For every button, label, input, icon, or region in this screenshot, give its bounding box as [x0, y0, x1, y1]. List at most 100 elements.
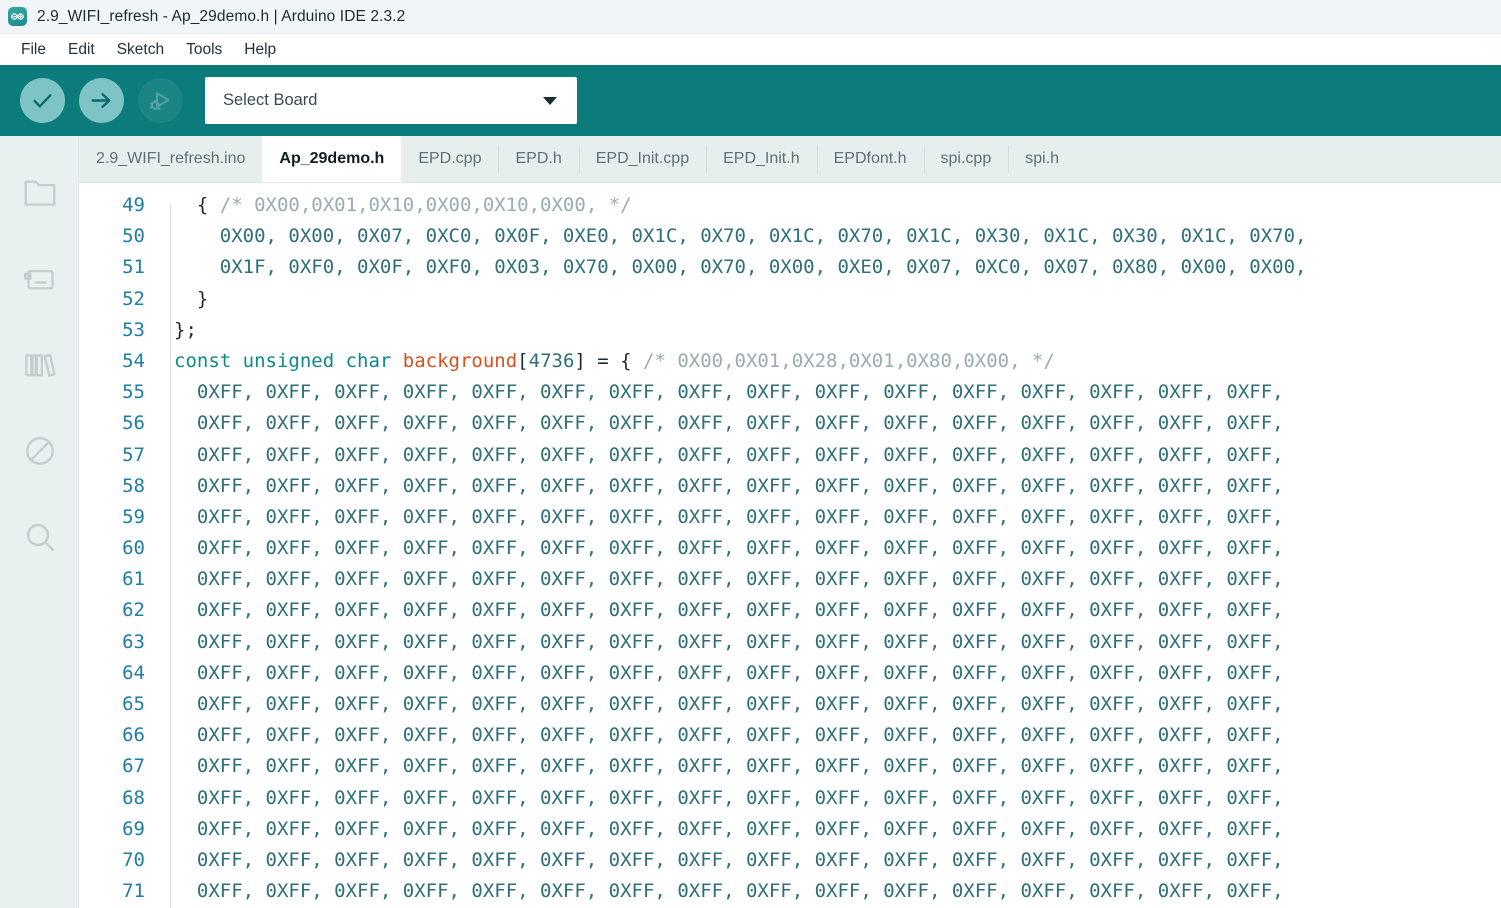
token-num: 0XFF, 0XFF, 0XFF, 0XFF, 0XFF, 0XFF, 0XFF… — [174, 818, 1284, 840]
sidebar-item-debug[interactable] — [0, 408, 79, 494]
token-num: 0XFF, 0XFF, 0XFF, 0XFF, 0XFF, 0XFF, 0XFF… — [174, 412, 1284, 434]
code-line: 0XFF, 0XFF, 0XFF, 0XFF, 0XFF, 0XFF, 0XFF… — [174, 814, 1501, 845]
token-num: 0XFF, 0XFF, 0XFF, 0XFF, 0XFF, 0XFF, 0XFF… — [174, 475, 1284, 497]
title-bar: 2.9_WIFI_refresh - Ap_29demo.h | Arduino… — [0, 0, 1501, 34]
menu-item-sketch[interactable]: Sketch — [106, 38, 175, 62]
line-number: 63 — [79, 627, 145, 658]
line-number: 67 — [79, 751, 145, 782]
code-line: 0XFF, 0XFF, 0XFF, 0XFF, 0XFF, 0XFF, 0XFF… — [174, 377, 1501, 408]
line-number: 68 — [79, 783, 145, 814]
token-plain: } — [174, 288, 208, 310]
menu-item-edit[interactable]: Edit — [57, 38, 106, 62]
tab-epd-cpp[interactable]: EPD.cpp — [401, 136, 498, 182]
code-content[interactable]: { /* 0X00,0X01,0X10,0X00,0X10,0X00, */ 0… — [160, 190, 1501, 908]
board-selector-value: Select Board — [223, 91, 543, 110]
upload-button[interactable] — [79, 78, 124, 123]
token-num: 0XFF, 0XFF, 0XFF, 0XFF, 0XFF, 0XFF, 0XFF… — [174, 880, 1284, 902]
line-number: 59 — [79, 502, 145, 533]
code-line: 0XFF, 0XFF, 0XFF, 0XFF, 0XFF, 0XFF, 0XFF… — [174, 502, 1501, 533]
token-num: 0XFF, 0XFF, 0XFF, 0XFF, 0XFF, 0XFF, 0XFF… — [174, 444, 1284, 466]
token-num: 0XFF, 0XFF, 0XFF, 0XFF, 0XFF, 0XFF, 0XFF… — [174, 693, 1284, 715]
code-line: 0XFF, 0XFF, 0XFF, 0XFF, 0XFF, 0XFF, 0XFF… — [174, 564, 1501, 595]
line-number-gutter: 4950515253545556575859606162636465666768… — [79, 190, 160, 908]
token-plain: }; — [174, 319, 197, 341]
line-number: 50 — [79, 221, 145, 252]
menu-bar: File Edit Sketch Tools Help — [0, 34, 1501, 65]
sidebar-item-boards-manager[interactable] — [0, 236, 79, 322]
arduino-infinity-icon — [8, 7, 27, 26]
line-number: 56 — [79, 408, 145, 439]
token-id: background — [403, 350, 517, 372]
code-line: 0XFF, 0XFF, 0XFF, 0XFF, 0XFF, 0XFF, 0XFF… — [174, 751, 1501, 782]
code-line: 0X00, 0X00, 0X07, 0XC0, 0X0F, 0XE0, 0X1C… — [174, 221, 1501, 252]
menu-item-help[interactable]: Help — [233, 38, 287, 62]
verify-button[interactable] — [20, 78, 65, 123]
code-line: { /* 0X00,0X01,0X10,0X00,0X10,0X00, */ — [174, 190, 1501, 221]
menu-item-tools[interactable]: Tools — [175, 38, 233, 62]
token-cmt: /* 0X00,0X01,0X28,0X01,0X80,0X00, */ — [643, 350, 1055, 372]
tab-spi-h[interactable]: spi.h — [1008, 136, 1076, 182]
token-num: 0XFF, 0XFF, 0XFF, 0XFF, 0XFF, 0XFF, 0XFF… — [174, 662, 1284, 684]
token-num: 0XFF, 0XFF, 0XFF, 0XFF, 0XFF, 0XFF, 0XFF… — [174, 506, 1284, 528]
workbench-body: 2.9_WIFI_refresh.ino Ap_29demo.h EPD.cpp… — [0, 136, 1501, 908]
line-number: 70 — [79, 845, 145, 876]
sidebar-item-search[interactable] — [0, 494, 79, 580]
code-line: 0XFF, 0XFF, 0XFF, 0XFF, 0XFF, 0XFF, 0XFF… — [174, 595, 1501, 626]
token-plain: [ — [517, 350, 528, 372]
token-num: 0XFF, 0XFF, 0XFF, 0XFF, 0XFF, 0XFF, 0XFF… — [174, 724, 1284, 746]
token-num: 0XFF, 0XFF, 0XFF, 0XFF, 0XFF, 0XFF, 0XFF… — [174, 755, 1284, 777]
sidebar-item-library-manager[interactable] — [0, 322, 79, 408]
token-plain: ] = { — [574, 350, 643, 372]
code-line: }; — [174, 315, 1501, 346]
token-kw: const unsigned char — [174, 350, 403, 372]
tab-2-9-wifi-refresh-ino[interactable]: 2.9_WIFI_refresh.ino — [79, 136, 262, 182]
checkmark-icon — [30, 88, 55, 113]
line-number: 52 — [79, 284, 145, 315]
code-editor[interactable]: 4950515253545556575859606162636465666768… — [79, 183, 1501, 908]
code-line: 0XFF, 0XFF, 0XFF, 0XFF, 0XFF, 0XFF, 0XFF… — [174, 627, 1501, 658]
debug-button[interactable] — [138, 78, 183, 123]
code-line: 0X1F, 0XF0, 0X0F, 0XF0, 0X03, 0X70, 0X00… — [174, 252, 1501, 283]
token-num: 0XFF, 0XFF, 0XFF, 0XFF, 0XFF, 0XFF, 0XFF… — [174, 568, 1284, 590]
line-number: 61 — [79, 564, 145, 595]
line-number: 49 — [79, 190, 145, 221]
line-number: 51 — [79, 252, 145, 283]
code-line: 0XFF, 0XFF, 0XFF, 0XFF, 0XFF, 0XFF, 0XFF… — [174, 689, 1501, 720]
library-books-icon — [22, 349, 58, 381]
window-title: 2.9_WIFI_refresh - Ap_29demo.h | Arduino… — [37, 8, 405, 26]
code-line: 0XFF, 0XFF, 0XFF, 0XFF, 0XFF, 0XFF, 0XFF… — [174, 845, 1501, 876]
indent-guide — [170, 204, 171, 908]
code-line: 0XFF, 0XFF, 0XFF, 0XFF, 0XFF, 0XFF, 0XFF… — [174, 783, 1501, 814]
board-selector-dropdown[interactable]: Select Board — [205, 77, 577, 124]
sidebar-item-sketchbook[interactable] — [0, 150, 79, 236]
token-num: 4736 — [529, 350, 575, 372]
tab-epd-h[interactable]: EPD.h — [498, 136, 578, 182]
tab-epdfont-h[interactable]: EPDfont.h — [817, 136, 924, 182]
token-num: 0X00, 0X00, 0X07, 0XC0, 0X0F, 0XE0, 0X1C… — [174, 225, 1306, 247]
line-number: 57 — [79, 440, 145, 471]
code-line: 0XFF, 0XFF, 0XFF, 0XFF, 0XFF, 0XFF, 0XFF… — [174, 720, 1501, 751]
code-line: 0XFF, 0XFF, 0XFF, 0XFF, 0XFF, 0XFF, 0XFF… — [174, 408, 1501, 439]
token-num: 0XFF, 0XFF, 0XFF, 0XFF, 0XFF, 0XFF, 0XFF… — [174, 787, 1284, 809]
tab-ap-29demo-h[interactable]: Ap_29demo.h — [262, 136, 401, 182]
line-number: 62 — [79, 595, 145, 626]
line-number: 53 — [79, 315, 145, 346]
debug-bug-play-icon — [147, 87, 174, 114]
line-number: 66 — [79, 720, 145, 751]
token-num: 0XFF, 0XFF, 0XFF, 0XFF, 0XFF, 0XFF, 0XFF… — [174, 537, 1284, 559]
tab-epd-init-cpp[interactable]: EPD_Init.cpp — [579, 136, 706, 182]
line-number: 54 — [79, 346, 145, 377]
token-num: 0XFF, 0XFF, 0XFF, 0XFF, 0XFF, 0XFF, 0XFF… — [174, 849, 1284, 871]
code-line: const unsigned char background[4736] = {… — [174, 346, 1501, 377]
no-entry-icon — [23, 434, 57, 468]
folder-icon — [22, 177, 58, 209]
menu-item-file[interactable]: File — [10, 38, 57, 62]
line-number: 64 — [79, 658, 145, 689]
activity-sidebar — [0, 136, 79, 908]
code-line: 0XFF, 0XFF, 0XFF, 0XFF, 0XFF, 0XFF, 0XFF… — [174, 533, 1501, 564]
line-number: 65 — [79, 689, 145, 720]
code-lines: { /* 0X00,0X01,0X10,0X00,0X10,0X00, */ 0… — [174, 190, 1501, 907]
tab-spi-cpp[interactable]: spi.cpp — [924, 136, 1009, 182]
code-line: 0XFF, 0XFF, 0XFF, 0XFF, 0XFF, 0XFF, 0XFF… — [174, 876, 1501, 907]
tab-epd-init-h[interactable]: EPD_Init.h — [706, 136, 816, 182]
